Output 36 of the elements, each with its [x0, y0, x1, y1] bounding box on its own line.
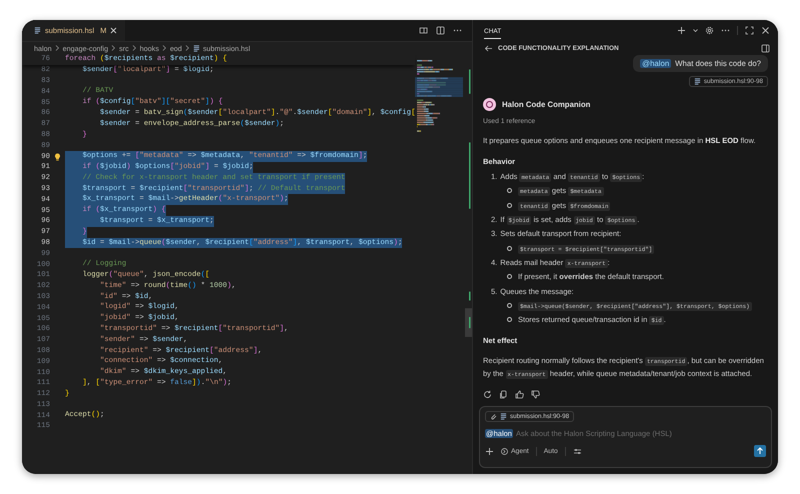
- split-editor-icon[interactable]: [436, 26, 445, 35]
- lightbulb-icon[interactable]: [54, 152, 61, 161]
- file-icon: [192, 44, 200, 52]
- send-button[interactable]: [754, 445, 766, 457]
- plus-icon[interactable]: [677, 26, 686, 35]
- avatar-icon: [483, 98, 496, 111]
- back-arrow-icon[interactable]: [484, 44, 493, 52]
- panel-icon[interactable]: [761, 44, 770, 52]
- close-icon[interactable]: [110, 27, 118, 34]
- bullet-icon: [507, 188, 512, 194]
- chevron-down-icon[interactable]: [693, 26, 698, 35]
- settings-icon[interactable]: [705, 26, 714, 35]
- compare-icon[interactable]: [419, 26, 428, 35]
- bullet-icon: [507, 302, 512, 308]
- thumbs-down-icon[interactable]: [531, 390, 540, 399]
- thumbs-up-icon[interactable]: [515, 390, 524, 399]
- bullet-icon: [507, 202, 512, 208]
- sliders-icon[interactable]: [572, 446, 582, 456]
- copy-icon[interactable]: [499, 390, 508, 399]
- file-icon: [500, 413, 507, 420]
- bullet-icon: [507, 274, 512, 280]
- plus-icon[interactable]: [485, 446, 494, 456]
- chevron-right-icon: [54, 45, 60, 51]
- file-icon: [34, 27, 41, 34]
- retry-icon[interactable]: [483, 390, 492, 399]
- close-icon[interactable]: [761, 26, 770, 35]
- chevron-right-icon: [132, 45, 137, 51]
- file-icon: [694, 78, 701, 85]
- bullet-icon: [507, 317, 512, 322]
- attach-icon: [490, 413, 497, 420]
- chevron-right-icon: [184, 45, 190, 51]
- bullet-icon: [507, 246, 512, 251]
- chevron-right-icon: [111, 45, 116, 51]
- maximize-icon[interactable]: [745, 26, 754, 35]
- agent-icon: [501, 448, 508, 454]
- chevron-right-icon: [162, 45, 167, 51]
